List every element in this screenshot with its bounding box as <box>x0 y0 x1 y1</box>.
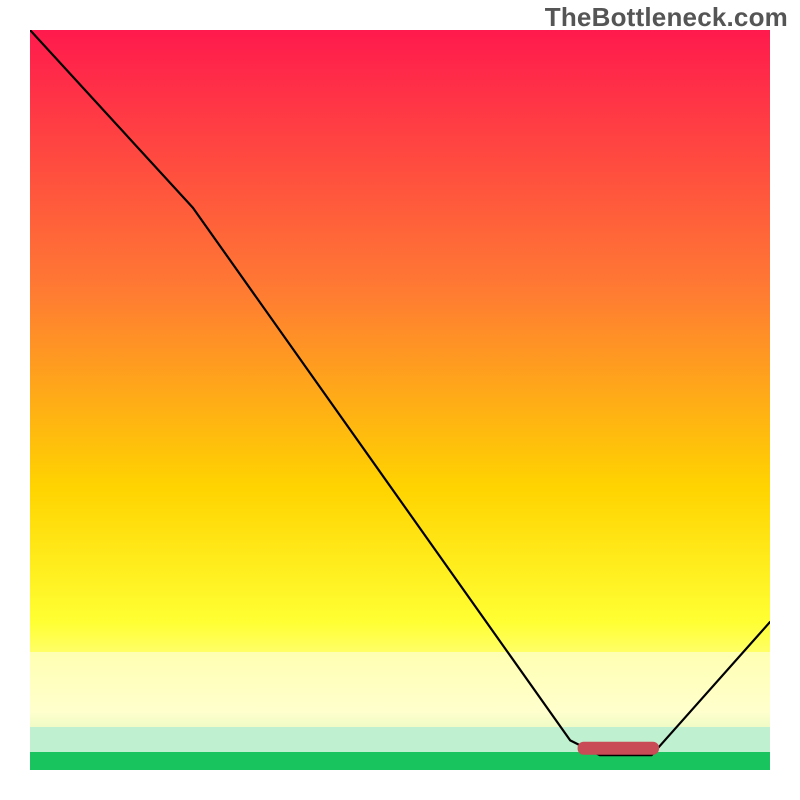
optimal-marker <box>578 742 659 755</box>
watermark-text: TheBottleneck.com <box>545 2 788 33</box>
green-base <box>30 752 770 770</box>
chart-container: TheBottleneck.com <box>0 0 800 800</box>
chart-svg <box>30 30 770 770</box>
cream-band <box>30 652 770 727</box>
